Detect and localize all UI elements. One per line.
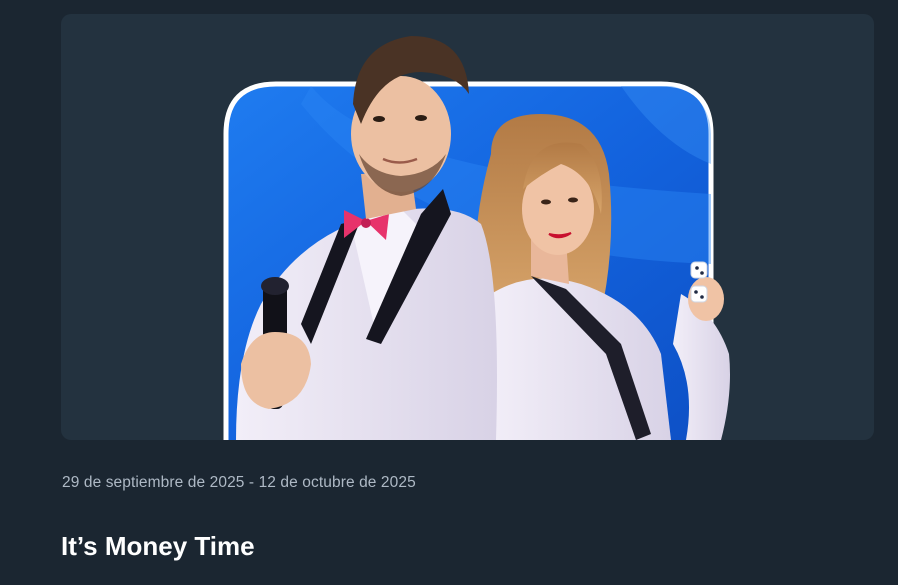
promotion-banner-artwork [223, 36, 730, 440]
promotion-date-range: 29 de septiembre de 2025 - 12 de octubre… [62, 474, 416, 491]
promotion-banner[interactable] [61, 14, 874, 440]
promotion-page: 29 de septiembre de 2025 - 12 de octubre… [0, 0, 898, 585]
promotion-title[interactable]: It’s Money Time [61, 531, 255, 562]
